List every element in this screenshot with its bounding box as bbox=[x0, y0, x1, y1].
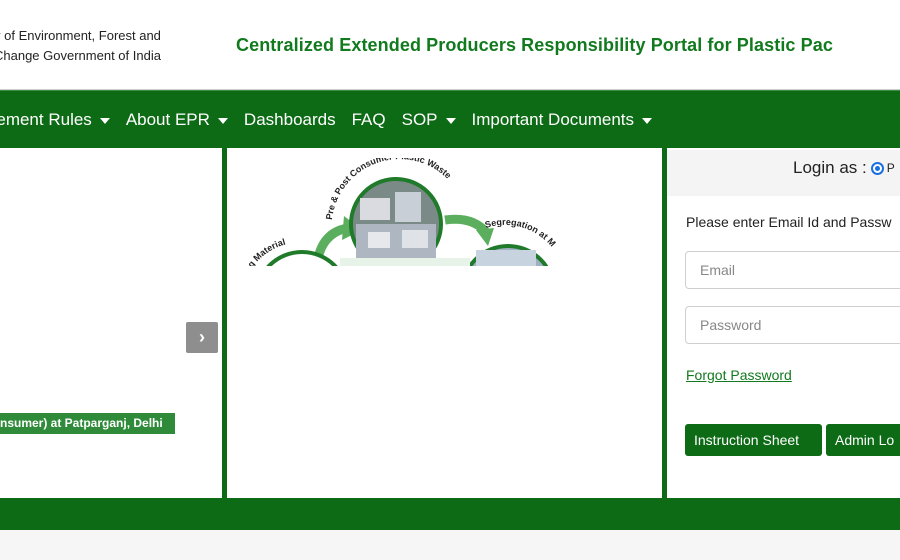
login-type-radio[interactable] bbox=[870, 161, 884, 175]
login-as-label: Login as : bbox=[793, 158, 867, 177]
ministry-line-1: y of Environment, Forest and bbox=[0, 28, 161, 43]
photo-detail bbox=[360, 198, 390, 220]
instruction-sheet-button[interactable]: Instruction Sheet bbox=[685, 424, 822, 456]
nav-item-label: SOP bbox=[401, 110, 438, 129]
nav-item-label: Important Documents bbox=[471, 110, 635, 129]
photo-detail bbox=[476, 250, 536, 266]
portal-title: Centralized Extended Producers Responsib… bbox=[236, 35, 833, 55]
nav-item-sop[interactable]: SOP bbox=[394, 91, 464, 149]
nav-item-important-documents[interactable]: Important Documents bbox=[464, 91, 661, 149]
slide-caption: nsumer) at Patparganj, Delhi bbox=[0, 413, 175, 434]
nav-item-label: FAQ bbox=[351, 110, 386, 129]
diagram-graphic: Pre & Post Consumer Plastic Waste g Mate… bbox=[246, 158, 558, 266]
caret-down-icon bbox=[217, 117, 228, 124]
diagram-band bbox=[340, 258, 470, 266]
ministry-name: y of Environment, Forest and Change Gove… bbox=[0, 26, 161, 66]
admin-login-button[interactable]: Admin Lo bbox=[826, 424, 900, 456]
nav-item-faq[interactable]: FAQ bbox=[344, 91, 394, 149]
caret-down-icon bbox=[445, 117, 456, 124]
slider-next-button[interactable]: › bbox=[186, 322, 218, 353]
arrow-head bbox=[476, 228, 494, 246]
epr-process-diagram: Pre & Post Consumer Plastic Waste g Mate… bbox=[240, 158, 570, 266]
nav-item-management-rules[interactable]: nagement Rules bbox=[0, 91, 118, 149]
forgot-password-link[interactable]: Forgot Password bbox=[686, 367, 792, 383]
footer-band bbox=[0, 498, 900, 530]
login-as-row: Login as : P bbox=[793, 158, 895, 178]
caret-down-icon bbox=[99, 117, 110, 124]
page-bottom bbox=[0, 530, 900, 560]
chevron-right-icon: › bbox=[199, 327, 205, 347]
photo-detail bbox=[395, 192, 421, 222]
header: y of Environment, Forest and Change Gove… bbox=[0, 0, 900, 90]
email-field[interactable] bbox=[685, 251, 900, 289]
nav-item-label: Dashboards bbox=[243, 110, 336, 129]
ministry-line-2: Change Government of India bbox=[0, 48, 161, 63]
caret-down-icon bbox=[642, 117, 653, 124]
segment-circle-left bbox=[266, 250, 338, 266]
nav-item-label: nagement Rules bbox=[0, 110, 92, 129]
photo-detail bbox=[402, 230, 428, 248]
nav-item-dashboards[interactable]: Dashboards bbox=[236, 91, 344, 149]
page: y of Environment, Forest and Change Gove… bbox=[0, 0, 900, 560]
password-field[interactable] bbox=[685, 306, 900, 344]
column-divider-left bbox=[222, 148, 227, 498]
diagram-label-right: Segregation at M bbox=[484, 217, 558, 249]
nav-item-about-epr[interactable]: About EPR bbox=[118, 91, 236, 149]
photo-detail bbox=[368, 232, 390, 248]
nav-item-label: About EPR bbox=[125, 110, 210, 129]
login-type-radio-label: P bbox=[886, 161, 895, 175]
login-instruction-text: Please enter Email Id and Passw bbox=[686, 214, 892, 230]
main-navbar: nagement Rules About EPR Dashboards FAQ … bbox=[0, 90, 900, 148]
